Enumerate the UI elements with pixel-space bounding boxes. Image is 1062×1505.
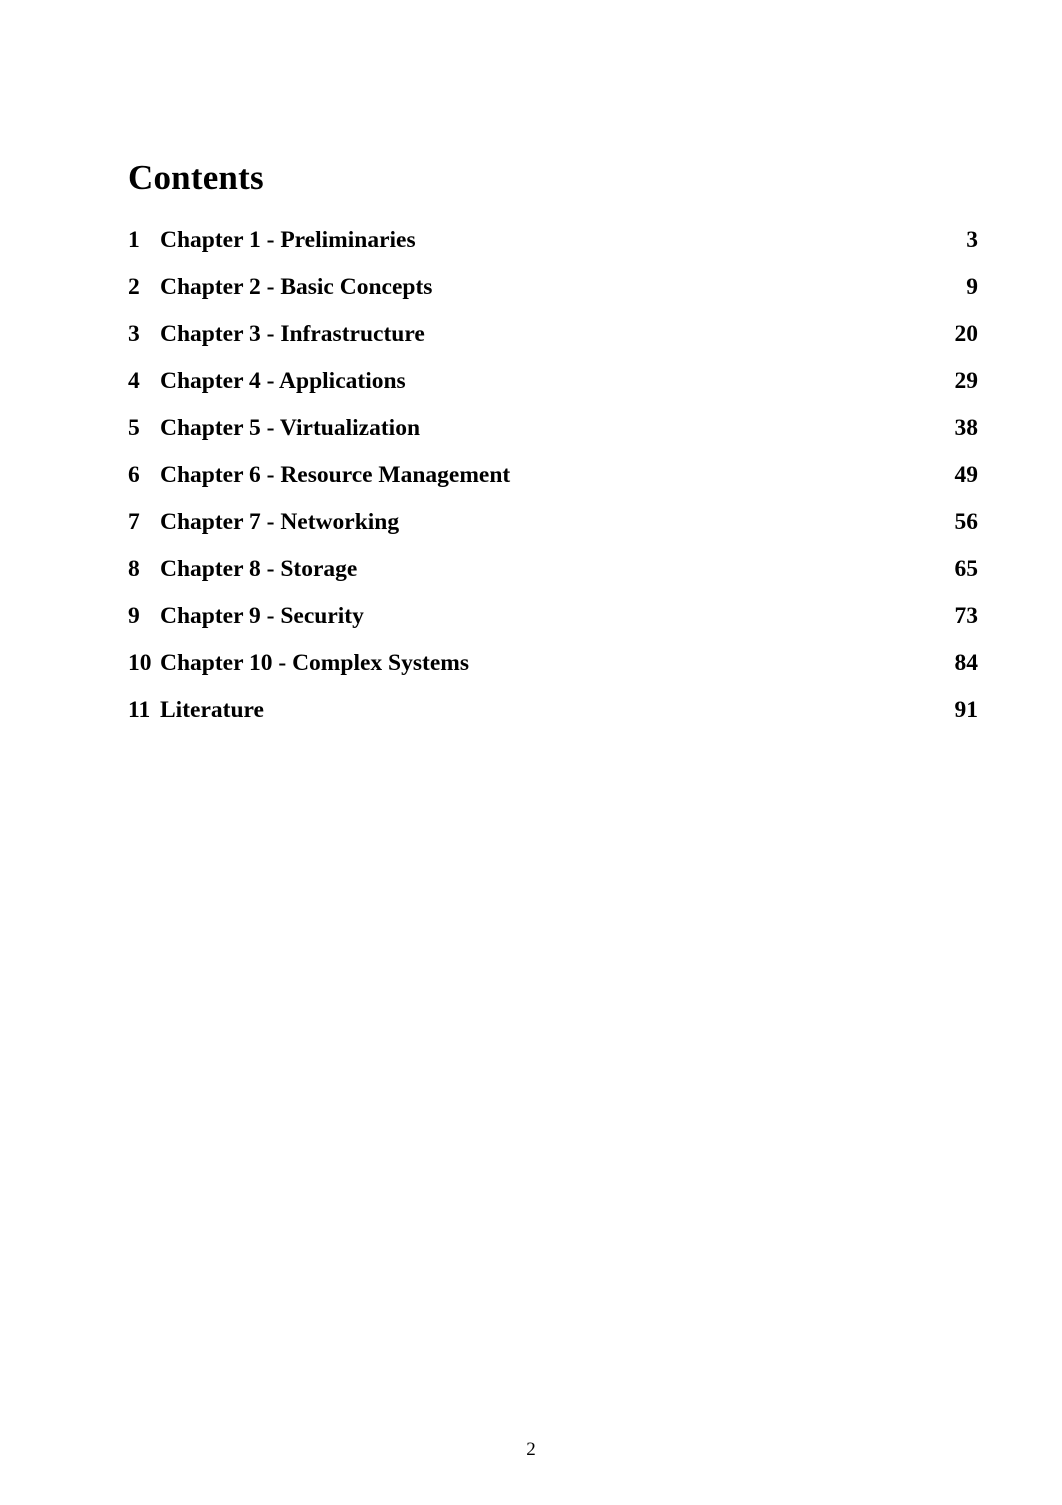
toc-entry-number: 1 bbox=[128, 227, 140, 253]
toc-entry-number: 4 bbox=[128, 368, 140, 394]
toc-entry-page: 3 bbox=[966, 227, 978, 253]
toc-entry-title: Literature bbox=[160, 697, 264, 723]
toc-entry-list: 1 Chapter 1 - Preliminaries 3 2 Chapter … bbox=[128, 217, 978, 734]
toc-entry[interactable]: 2 Chapter 2 - Basic Concepts 9 bbox=[128, 264, 978, 311]
toc-entry-title: Chapter 8 - Storage bbox=[160, 556, 358, 582]
toc-entry[interactable]: 8 Chapter 8 - Storage 65 bbox=[128, 546, 978, 593]
toc-entry-number: 3 bbox=[128, 321, 140, 347]
toc-entry-page: 91 bbox=[954, 697, 979, 723]
toc-entry[interactable]: 4 Chapter 4 - Applications 29 bbox=[128, 358, 978, 405]
toc-entry-number: 7 bbox=[128, 509, 140, 535]
toc-entry-title: Chapter 4 - Applications bbox=[160, 368, 406, 394]
toc-entry-title: Chapter 10 - Complex Systems bbox=[160, 650, 469, 676]
page-title: Contents bbox=[128, 158, 264, 197]
toc-entry-page: 84 bbox=[954, 650, 979, 676]
toc-entry-number: 8 bbox=[128, 556, 140, 582]
toc-entry[interactable]: 11 Literature 91 bbox=[128, 687, 978, 734]
toc-entry[interactable]: 9 Chapter 9 - Security 73 bbox=[128, 593, 978, 640]
toc-entry-page: 73 bbox=[954, 603, 979, 629]
toc-entry-number: 6 bbox=[128, 462, 140, 488]
toc-entry-title: Chapter 2 - Basic Concepts bbox=[160, 274, 433, 300]
toc-entry-title: Chapter 1 - Preliminaries bbox=[160, 227, 416, 253]
footer-page-number: 2 bbox=[526, 1439, 536, 1460]
toc-entry-title: Chapter 5 - Virtualization bbox=[160, 415, 421, 441]
toc-entry[interactable]: 10 Chapter 10 - Complex Systems 84 bbox=[128, 640, 978, 687]
toc-entry[interactable]: 7 Chapter 7 - Networking 56 bbox=[128, 499, 978, 546]
toc-entry[interactable]: 3 Chapter 3 - Infrastructure 20 bbox=[128, 311, 978, 358]
toc-entry-number: 9 bbox=[128, 603, 140, 629]
toc-entry-page: 65 bbox=[954, 556, 979, 582]
toc-entry-page: 20 bbox=[954, 321, 979, 347]
toc-entry-title: Chapter 9 - Security bbox=[160, 603, 364, 629]
toc-entry[interactable]: 6 Chapter 6 - Resource Management 49 bbox=[128, 452, 978, 499]
toc-entry-title: Chapter 3 - Infrastructure bbox=[160, 321, 425, 347]
toc-entry-number: 10 bbox=[128, 650, 152, 676]
toc-entry-page: 56 bbox=[954, 509, 979, 535]
toc-entry-page: 9 bbox=[966, 274, 978, 300]
toc-entry[interactable]: 1 Chapter 1 - Preliminaries 3 bbox=[128, 217, 978, 264]
document-page: Contents 1 Chapter 1 - Preliminaries 3 2… bbox=[0, 0, 1062, 1505]
toc-entry-page: 38 bbox=[954, 415, 979, 441]
toc-entry-title: Chapter 7 - Networking bbox=[160, 509, 400, 535]
toc-entry-page: 49 bbox=[954, 462, 979, 488]
toc-entry-page: 29 bbox=[954, 368, 979, 394]
table-of-contents: Contents 1 Chapter 1 - Preliminaries 3 2… bbox=[128, 160, 978, 734]
toc-entry-number: 5 bbox=[128, 415, 140, 441]
toc-entry-title: Chapter 6 - Resource Management bbox=[160, 462, 511, 488]
toc-entry[interactable]: 5 Chapter 5 - Virtualization 38 bbox=[128, 405, 978, 452]
toc-entry-number: 2 bbox=[128, 274, 140, 300]
toc-entry-number: 11 bbox=[128, 697, 151, 723]
